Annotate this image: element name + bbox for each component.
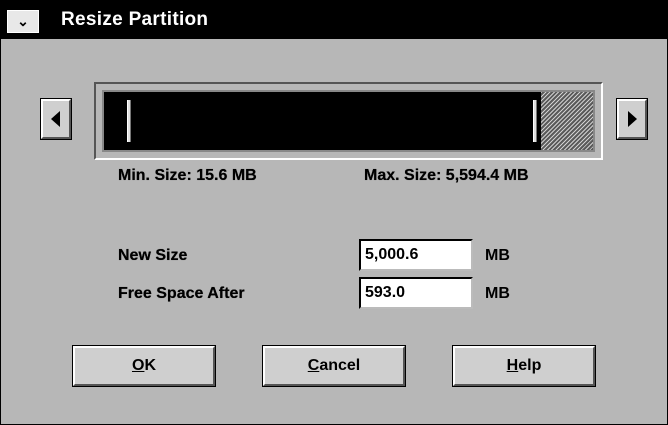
cancel-label: ancel: [319, 357, 361, 374]
increase-size-button[interactable]: [616, 98, 648, 140]
free-space-label: Free Space After: [118, 285, 245, 302]
decrease-size-button[interactable]: [40, 98, 72, 140]
resize-partition-dialog: ⌄ Resize Partition Min. Size: 15.6 MB Ma…: [0, 0, 668, 425]
current-size-handle[interactable]: [533, 100, 537, 142]
min-size-label: Min. Size: 15.6 MB: [118, 167, 257, 184]
ok-label: K: [144, 357, 156, 374]
help-mnemonic: H: [506, 357, 519, 374]
triangle-left-icon: [51, 111, 60, 127]
window-title: Resize Partition: [61, 9, 209, 30]
system-menu-icon[interactable]: ⌄: [7, 10, 39, 33]
new-size-input[interactable]: 5,000.6: [359, 239, 473, 271]
min-size-handle[interactable]: [127, 100, 131, 142]
free-space-input[interactable]: 593.0: [359, 277, 473, 309]
new-size-unit: MB: [485, 247, 510, 264]
max-size-label: Max. Size: 5,594.4 MB: [364, 167, 529, 184]
free-space-region: [541, 92, 593, 150]
free-space-unit: MB: [485, 285, 510, 302]
new-size-label: New Size: [118, 247, 188, 264]
cancel-button[interactable]: Cancel: [262, 345, 406, 387]
help-button[interactable]: Help: [452, 345, 596, 387]
cancel-mnemonic: C: [307, 357, 320, 374]
ok-mnemonic: O: [131, 357, 145, 374]
size-slider[interactable]: [94, 82, 603, 160]
triangle-right-icon: [628, 111, 637, 127]
ok-button[interactable]: OK: [72, 345, 216, 387]
slider-track[interactable]: [102, 90, 595, 152]
title-bar: ⌄ Resize Partition: [1, 1, 667, 39]
help-label: elp: [518, 357, 542, 374]
